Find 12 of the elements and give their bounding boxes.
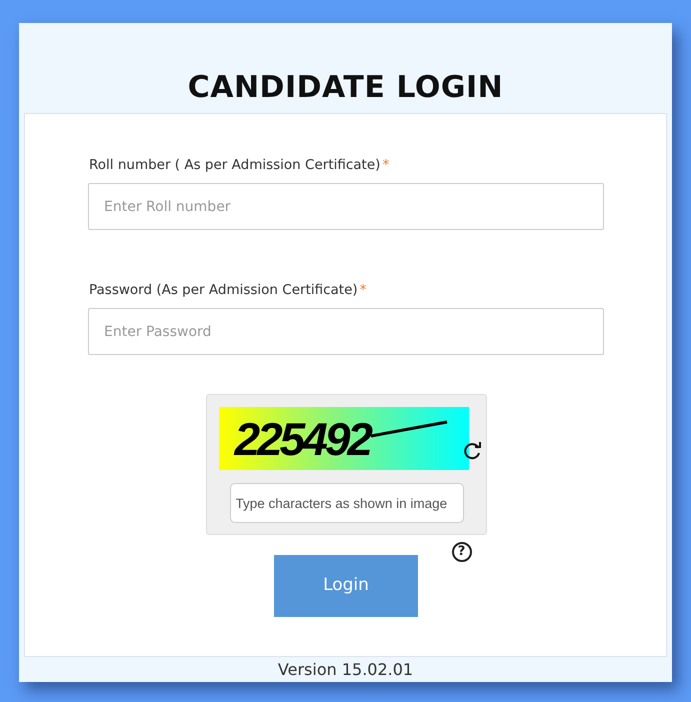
required-mark: *	[360, 282, 366, 298]
captcha-code: 225492	[234, 416, 370, 462]
field-label: Password (As per Admission Certificate)*	[89, 281, 368, 300]
required-mark: *	[382, 157, 390, 173]
roll-number-field[interactable]: Enter Roll number	[88, 183, 604, 230]
page-title: CANDIDATE LOGIN	[188, 69, 504, 107]
version-text: Version 15.02.01	[278, 659, 414, 681]
help-icon[interactable]: ?	[452, 542, 472, 562]
password-field[interactable]: Enter Password	[88, 308, 604, 355]
field-label: Roll number ( As per Admission Certificate)*	[89, 156, 390, 175]
captcha-field[interactable]: Type characters as shown in image	[230, 483, 464, 523]
refresh-icon[interactable]	[464, 442, 482, 460]
